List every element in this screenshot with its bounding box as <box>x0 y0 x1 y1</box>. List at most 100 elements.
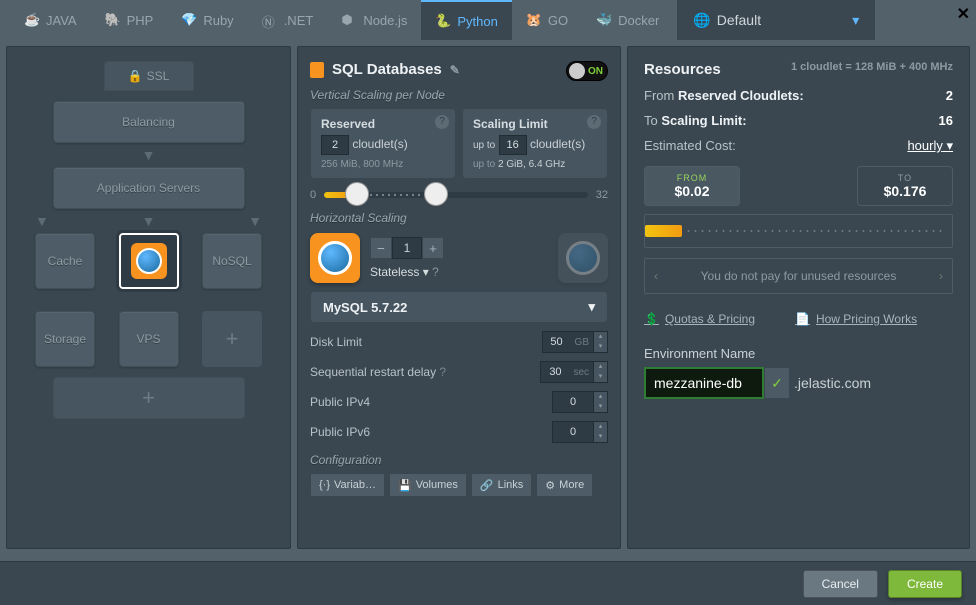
ipv4-input[interactable]: 0▴▾ <box>552 391 608 413</box>
go-icon: 🐹 <box>526 12 542 28</box>
reserved-card: Reserved ? 2 cloudlet(s) 256 MiB, 800 MH… <box>310 108 456 179</box>
disk-limit-label: Disk Limit <box>310 335 362 349</box>
cost-period-select[interactable]: hourly ▾ <box>907 138 953 154</box>
sql-database-icon <box>131 243 167 279</box>
tab-go[interactable]: 🐹GO <box>512 0 582 40</box>
resources-panel: Resources1 cloudlet = 128 MiB + 400 MHz … <box>627 46 970 549</box>
stack-version-select[interactable]: MySQL 5.7.22▾ <box>310 291 608 323</box>
next-tip-button[interactable]: › <box>930 259 952 293</box>
more-button[interactable]: ⚙More <box>536 473 593 497</box>
limit-value: 16 <box>939 113 953 128</box>
quotas-pricing-link[interactable]: 💲Quotas & Pricing <box>644 312 755 326</box>
globe-icon: 🌐 <box>693 12 710 29</box>
node-config-panel: SQL Databases ✎ ON Vertical Scaling per … <box>297 46 621 549</box>
arrow-down-icon: ▼ <box>35 213 49 229</box>
how-pricing-link[interactable]: 📄How Pricing Works <box>795 312 917 326</box>
stack-icon[interactable] <box>310 233 360 283</box>
reserved-cloudlets-input[interactable]: 2 <box>321 135 349 155</box>
app-servers-tile[interactable]: Application Servers <box>53 167 245 209</box>
volumes-button[interactable]: 💾Volumes <box>389 473 467 497</box>
env-domain: .jelastic.com <box>794 375 871 391</box>
nodejs-icon: ⬢ <box>341 12 357 28</box>
help-icon[interactable]: ? <box>432 265 439 279</box>
tab-docker[interactable]: 🐳Docker <box>582 0 673 40</box>
limit-cloudlets-input[interactable]: 16 <box>499 135 527 155</box>
create-button[interactable]: Create <box>888 570 962 598</box>
restart-delay-label: Sequential restart delay <box>310 365 436 379</box>
variables-icon: {·} <box>319 479 330 491</box>
help-icon[interactable]: ? <box>435 115 449 129</box>
nosql-tile[interactable]: NoSQL <box>202 233 262 289</box>
add-layer-button[interactable]: + <box>202 311 262 367</box>
dialog-footer: Cancel Create <box>0 561 976 605</box>
scaling-limit-card: Scaling Limit ? up to 16 cloudlet(s) up … <box>462 108 608 179</box>
docker-icon: 🐳 <box>596 12 612 28</box>
python-icon: 🐍 <box>435 13 451 29</box>
java-icon: ☕ <box>24 12 40 28</box>
tab-ruby[interactable]: 💎Ruby <box>167 0 247 40</box>
links-button[interactable]: 🔗Links <box>471 473 532 497</box>
tab-dotnet[interactable]: Ⓝ.NET <box>248 0 328 40</box>
topology-panel: 🔒SSL Balancing ▼ Application Servers ▼▼▼… <box>6 46 291 549</box>
horizontal-scaling-label: Horizontal Scaling <box>310 211 608 225</box>
ipv6-input[interactable]: 0▴▾ <box>552 421 608 443</box>
enable-toggle[interactable]: ON <box>566 61 608 81</box>
chevron-down-icon: ▾ <box>423 265 429 279</box>
chevron-down-icon: ▾ <box>852 12 859 29</box>
plus-icon: + <box>226 326 239 352</box>
cost-to-box: TO$0.176 <box>857 166 953 206</box>
balancing-tile[interactable]: Balancing <box>53 101 245 143</box>
region-select[interactable]: 🌐Default ▾ <box>677 0 875 40</box>
cache-tile[interactable]: Cache <box>35 233 95 289</box>
slider-handle-reserved[interactable] <box>345 182 369 206</box>
help-icon[interactable]: ? <box>439 365 446 379</box>
prev-tip-button[interactable]: ‹ <box>645 259 667 293</box>
plus-icon: + <box>142 385 155 411</box>
language-tabs: ☕JAVA 🐘PHP 💎Ruby Ⓝ.NET ⬢Node.js 🐍Python … <box>0 0 976 40</box>
dollar-icon: 💲 <box>644 312 659 326</box>
close-icon[interactable]: ✕ <box>957 4 970 24</box>
php-icon: 🐘 <box>105 12 121 28</box>
tab-php[interactable]: 🐘PHP <box>91 0 168 40</box>
stack-icon-disabled <box>558 233 608 283</box>
volumes-icon: 💾 <box>398 479 412 492</box>
ruby-icon: 💎 <box>181 12 197 28</box>
reserved-value: 2 <box>946 88 953 103</box>
ssl-tile[interactable]: 🔒SSL <box>104 61 194 91</box>
panel-title: SQL Databases ✎ <box>310 61 608 78</box>
cost-from-box: FROM$0.02 <box>644 166 740 206</box>
arrow-down-icon: ▼ <box>25 147 272 163</box>
sql-tile-selected[interactable] <box>119 233 179 289</box>
slider-handle-limit[interactable] <box>424 182 448 206</box>
decrement-button[interactable]: − <box>370 237 392 259</box>
check-icon: ✓ <box>771 375 783 392</box>
scaling-mode-select[interactable]: Stateless ▾ ? <box>370 265 444 279</box>
add-extra-button[interactable]: + <box>53 377 245 419</box>
cancel-button[interactable]: Cancel <box>803 570 878 598</box>
disk-limit-input[interactable]: 50GB▴▾ <box>542 331 608 353</box>
database-icon <box>310 62 324 78</box>
dotnet-icon: Ⓝ <box>262 12 278 28</box>
node-count-value[interactable]: 1 <box>392 237 422 259</box>
configuration-label: Configuration <box>310 453 608 467</box>
cloudlet-hint: 1 cloudlet = 128 MiB + 400 MHz <box>791 61 953 73</box>
env-name-check[interactable]: ✓ <box>764 367 790 399</box>
storage-tile[interactable]: Storage <box>35 311 95 367</box>
tab-java[interactable]: ☕JAVA <box>10 0 91 40</box>
vertical-scaling-label: Vertical Scaling per Node <box>310 88 608 102</box>
variables-button[interactable]: {·}Variab… <box>310 473 385 497</box>
vps-tile[interactable]: VPS <box>119 311 179 367</box>
env-name-input[interactable] <box>644 367 764 399</box>
pricing-message: ‹ You do not pay for unused resources › <box>644 258 953 294</box>
links-icon: 🔗 <box>480 479 494 492</box>
cloudlet-slider[interactable]: 0 32 <box>310 189 608 201</box>
help-icon[interactable]: ? <box>587 115 601 129</box>
increment-button[interactable]: + <box>422 237 444 259</box>
tab-node[interactable]: ⬢Node.js <box>327 0 421 40</box>
tab-python[interactable]: 🐍Python <box>421 0 511 40</box>
gear-icon: ⚙ <box>545 479 555 492</box>
node-count-stepper: − 1 + <box>370 237 444 259</box>
arrow-down-icon: ▼ <box>142 213 156 229</box>
edit-icon[interactable]: ✎ <box>450 63 460 77</box>
restart-delay-input[interactable]: 30sec▴▾ <box>540 361 608 383</box>
